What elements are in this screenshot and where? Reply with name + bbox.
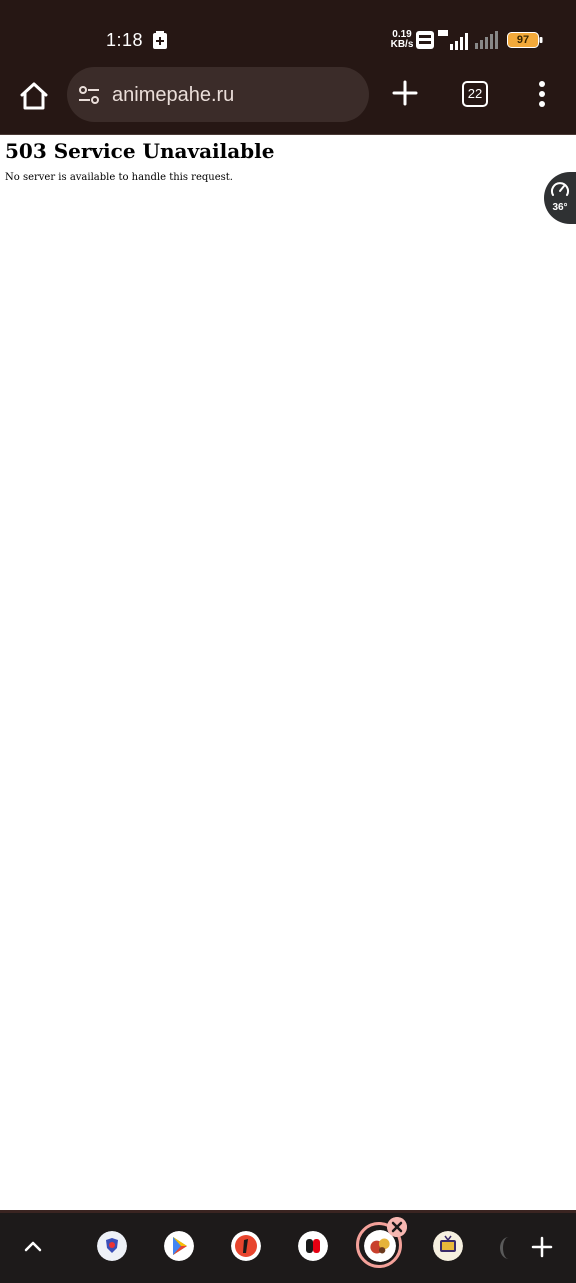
app-dock [0, 1210, 576, 1283]
partial-app-icon[interactable] [500, 1237, 517, 1259]
browser-toolbar: animepahe.ru 22 [0, 64, 576, 135]
status-bar: 1:18 0.19 KB/s 97 [0, 0, 576, 64]
battery-level: 97 [516, 34, 530, 46]
close-icon[interactable] [387, 1217, 407, 1237]
network-speed: 0.19 KB/s [388, 30, 416, 50]
address-bar[interactable]: animepahe.ru [67, 67, 369, 122]
page-title: 503 Service Unavailable [5, 139, 275, 163]
play-store-icon[interactable] [164, 1231, 194, 1261]
gauge-icon [551, 182, 569, 196]
tab-switcher-button[interactable]: 22 [462, 81, 488, 107]
add-icon[interactable] [530, 1235, 554, 1259]
url-text[interactable]: animepahe.ru [112, 82, 234, 108]
signal-icon [475, 31, 498, 49]
battery-saver-icon [153, 31, 167, 49]
red-one-app-icon[interactable] [231, 1231, 261, 1261]
switch-app-icon[interactable] [298, 1231, 328, 1261]
page-content: 503 Service Unavailable No server is ava… [0, 135, 576, 1210]
shield-app-icon[interactable] [97, 1231, 127, 1261]
new-tab-icon[interactable] [390, 78, 420, 108]
widget-temperature: 36° [552, 202, 568, 213]
error-message: No server is available to handle this re… [5, 172, 233, 183]
home-icon[interactable] [16, 78, 52, 114]
more-menu-icon[interactable] [532, 78, 552, 110]
tv-app-icon[interactable] [433, 1231, 463, 1261]
site-info-icon[interactable] [77, 83, 101, 107]
status-time: 1:18 [106, 30, 144, 50]
chevron-up-icon[interactable] [22, 1235, 44, 1257]
volte-icon [416, 31, 434, 49]
network-speed-unit: KB/s [390, 39, 414, 50]
signal-5g-icon [438, 30, 468, 50]
